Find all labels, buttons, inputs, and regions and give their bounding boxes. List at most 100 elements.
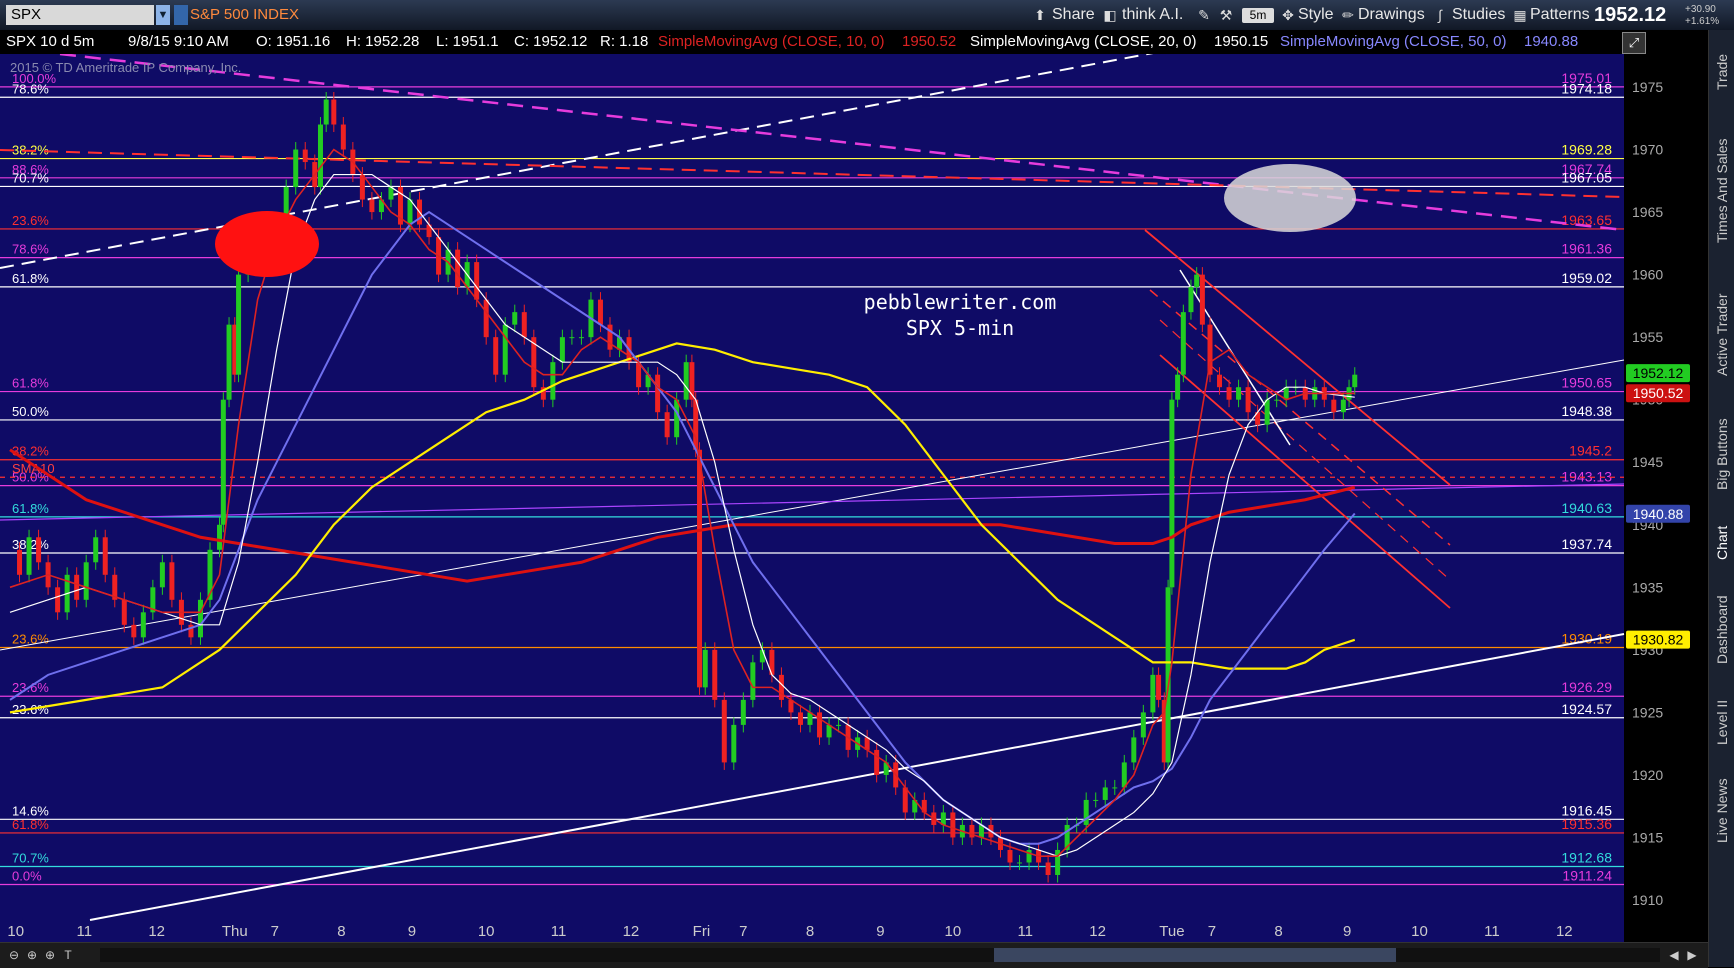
scroll-left-icon[interactable]: ◀ xyxy=(1666,947,1682,963)
y-tick-label: 1925 xyxy=(1632,704,1663,720)
share-icon[interactable]: ⬆ xyxy=(1032,6,1048,24)
chart-bottom-bar: ⊖ ⊕ ⊕ T ◀ ▶ xyxy=(0,942,1708,968)
candle-body xyxy=(1340,399,1346,413)
pencil-icon[interactable]: ✎ xyxy=(1196,6,1212,24)
sidebar-tab-trade[interactable]: Trade xyxy=(1711,42,1733,102)
candle-body xyxy=(521,312,527,338)
symbol-input[interactable]: SPX xyxy=(6,5,154,25)
studies-icon[interactable]: ∫ xyxy=(1432,6,1448,24)
sidebar-tab-times-and-sales[interactable]: Times And Sales xyxy=(1711,116,1733,266)
candle-body xyxy=(712,649,718,700)
fib-level-label: 70.7% xyxy=(12,170,49,185)
candle-body xyxy=(578,337,584,339)
sma50-label[interactable]: SimpleMovingAvg (CLOSE, 50, 0) xyxy=(1280,30,1507,54)
style-button[interactable]: Style xyxy=(1298,5,1334,25)
candle-body xyxy=(1194,274,1200,288)
crosshair-toggle-icon[interactable]: ⊕ xyxy=(42,947,58,963)
sidebar-tab-chart[interactable]: Chart xyxy=(1711,518,1733,568)
candle-body xyxy=(817,712,823,738)
patterns-button[interactable]: Patterns xyxy=(1530,5,1590,25)
candle-body xyxy=(74,574,80,600)
range-value: R: 1.18 xyxy=(600,33,649,50)
x-tick-label: Tue xyxy=(1159,923,1184,940)
fib-price-label: 1915.36 xyxy=(1561,816,1612,832)
candle-body xyxy=(131,624,137,638)
candle-body xyxy=(1112,787,1118,789)
sma50-value: 1940.88 xyxy=(1524,33,1579,50)
net-change: +30.90 xyxy=(1685,4,1716,15)
candle-body xyxy=(36,537,42,563)
crosshair-icon[interactable]: ✥ xyxy=(1280,6,1296,24)
x-tick-label: 9 xyxy=(1343,923,1351,940)
share-button[interactable]: Share xyxy=(1052,5,1095,25)
candle-body xyxy=(1245,387,1251,413)
sidebar-tab-level-ii[interactable]: Level II xyxy=(1711,690,1733,755)
scroll-right-icon[interactable]: ▶ xyxy=(1684,947,1700,963)
highlight-ellipse-grey xyxy=(1224,164,1356,232)
candle-body xyxy=(731,724,737,763)
fib-level-label: 70.7% xyxy=(12,850,49,865)
studies-button[interactable]: Studies xyxy=(1452,5,1505,25)
candle-body xyxy=(1175,374,1181,400)
candle-body xyxy=(697,449,703,688)
candle-body xyxy=(323,99,329,125)
sidebar-tab-active-trader[interactable]: Active Trader xyxy=(1711,280,1733,390)
fib-level-label: 61.8% xyxy=(12,271,49,286)
x-tick-label: Fri xyxy=(693,923,711,940)
zoom-out-icon[interactable]: ⊖ xyxy=(6,947,22,963)
fib-level-label: 61.8% xyxy=(12,376,49,391)
candle-body xyxy=(1352,374,1358,388)
x-tick-label: 11 xyxy=(1484,923,1500,940)
drawings-button[interactable]: Drawings xyxy=(1358,5,1425,25)
candle-body xyxy=(331,99,337,125)
maximize-icon[interactable]: ⤢ xyxy=(1622,32,1646,54)
sidebar-tab-big-buttons[interactable]: Big Buttons xyxy=(1711,404,1733,504)
candle-body xyxy=(1093,799,1099,801)
candle-body xyxy=(502,324,508,375)
fib-level-label: 78.6% xyxy=(12,81,49,96)
think-ai-icon[interactable]: ◧ xyxy=(1102,6,1118,24)
candle-body xyxy=(702,649,708,688)
right-sidebar: Trade Times And Sales Active Trader Big … xyxy=(1708,30,1734,967)
symbol-dropdown-icon[interactable]: ▼ xyxy=(156,5,170,25)
timeframe-button[interactable]: 5m xyxy=(1242,8,1274,23)
candle-body xyxy=(483,299,489,338)
candle-body xyxy=(1017,862,1023,864)
x-tick-label: 10 xyxy=(1411,923,1428,940)
sma20-label[interactable]: SimpleMovingAvg (CLOSE, 20, 0) xyxy=(970,30,1197,54)
low-value: L: 1951.1 xyxy=(436,33,499,50)
zoom-in-icon[interactable]: ⊕ xyxy=(24,947,40,963)
high-value: H: 1952.28 xyxy=(346,33,420,50)
candle-body xyxy=(569,337,575,339)
sidebar-tab-live-news[interactable]: Live News xyxy=(1711,768,1733,853)
wrench-icon[interactable]: ⚒ xyxy=(1218,6,1234,24)
x-tick-label: 10 xyxy=(7,923,24,940)
candle-body xyxy=(740,699,746,725)
patterns-icon[interactable]: ▦ xyxy=(1512,6,1528,24)
symbol-link-icon[interactable] xyxy=(174,5,188,25)
candle-body xyxy=(455,249,461,288)
time-scrollbar[interactable] xyxy=(100,948,1660,962)
candle-body xyxy=(293,149,299,188)
sidebar-tab-dashboard[interactable]: Dashboard xyxy=(1711,582,1733,677)
price-chart[interactable]: 1975.01100.0%1974.1878.6%1969.2838.2%196… xyxy=(0,0,1734,967)
candle-body xyxy=(220,399,226,525)
last-price: 1952.12 xyxy=(1594,4,1667,26)
time-scrollbar-thumb[interactable] xyxy=(994,948,1396,962)
candle-body xyxy=(102,537,108,575)
sma10-label[interactable]: SimpleMovingAvg (CLOSE, 10, 0) xyxy=(658,30,885,54)
candle-body xyxy=(140,612,146,638)
candle-body xyxy=(1226,387,1232,400)
x-tick-label: 11 xyxy=(76,923,92,940)
think-ai-button[interactable]: think A.I. xyxy=(1122,5,1183,25)
candle-body xyxy=(1131,737,1137,763)
x-tick-label: 8 xyxy=(806,923,814,940)
text-tool-icon[interactable]: T xyxy=(60,947,76,963)
x-tick-label: 7 xyxy=(271,923,279,940)
candle-body xyxy=(950,812,956,838)
y-tick-label: 1955 xyxy=(1632,329,1663,345)
x-tick-label: 12 xyxy=(1089,923,1106,940)
price-tag-label: 1950.52 xyxy=(1633,385,1684,401)
fib-price-label: 1961.36 xyxy=(1561,241,1612,257)
drawings-icon[interactable]: ✏ xyxy=(1340,6,1356,24)
